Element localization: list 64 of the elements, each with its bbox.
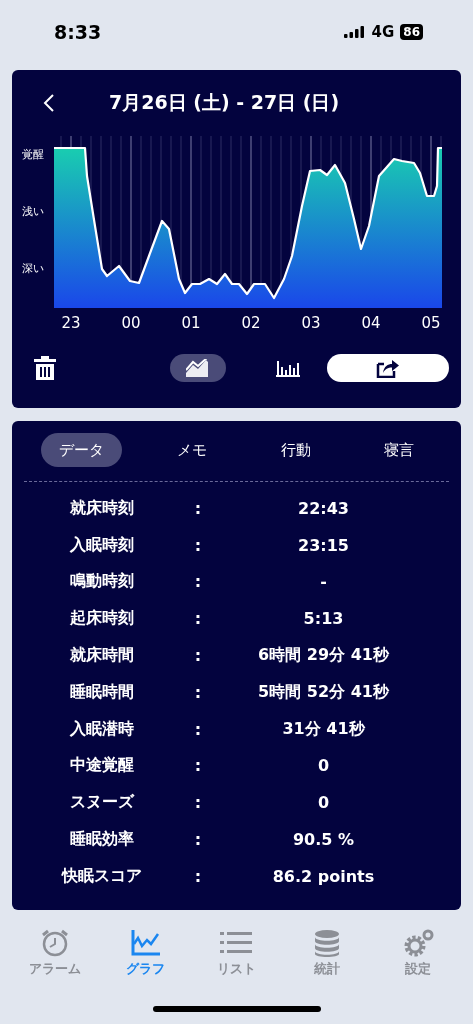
row-separator: : (193, 682, 203, 702)
axis-label: 00 (120, 314, 142, 332)
line-chart-icon (186, 359, 210, 377)
detail-tab[interactable]: 行動 (262, 433, 329, 467)
tab-bar-item[interactable]: 統計 (287, 928, 368, 978)
battery-indicator: 86 (400, 24, 423, 40)
axis-label: 04 (360, 314, 382, 332)
row-separator: : (193, 830, 203, 850)
row-separator: : (193, 756, 203, 776)
row-label: 就床時刻 (69, 497, 135, 519)
row-label: 睡眠時間 (69, 681, 135, 703)
row-value: 31分 41秒 (281, 718, 366, 740)
share-button[interactable] (327, 354, 449, 382)
row-value: 5時間 52分 41秒 (257, 681, 390, 703)
row-label: 睡眠効率 (69, 829, 135, 851)
row-label: スヌーズ (69, 792, 136, 814)
axis-label: 覚醒 (22, 147, 44, 162)
tab-bar-item[interactable]: 設定 (377, 928, 458, 978)
row-label: 入眠時刻 (69, 534, 135, 556)
bar-chart-icon (276, 359, 300, 377)
row-separator: : (193, 793, 203, 813)
trash-icon[interactable] (34, 356, 56, 380)
line-chart-toggle[interactable] (170, 354, 226, 382)
row-separator: : (193, 646, 203, 666)
detail-tab[interactable]: 寝言 (366, 433, 433, 467)
status-time: 8:33 (54, 21, 102, 43)
tab-bar-item[interactable]: リスト (196, 928, 277, 978)
axis-label: 23 (60, 314, 82, 332)
row-label: 就床時間 (69, 645, 135, 667)
row-value: 90.5 % (291, 830, 356, 850)
axis-label: 05 (420, 314, 442, 332)
axis-label: 03 (300, 314, 322, 332)
row-separator: : (193, 719, 203, 739)
signal-icon (343, 26, 366, 38)
row-label: 中途覚醒 (69, 755, 135, 777)
row-value: 0 (316, 756, 331, 776)
row-label: 快眠スコア (60, 865, 143, 887)
row-separator: : (193, 498, 203, 518)
axis-label: 02 (240, 314, 262, 332)
row-label: 鳴動時刻 (69, 571, 135, 593)
share-icon (376, 358, 400, 378)
tab-bar-item[interactable]: アラーム (15, 928, 96, 978)
axis-label: 深い (22, 261, 44, 276)
date-title: 7月26日 (土) - 27日 (日) (109, 90, 340, 115)
tab-bar-item[interactable]: グラフ (105, 928, 186, 978)
row-separator: : (193, 535, 203, 555)
row-separator: : (193, 572, 203, 592)
row-label: 起床時刻 (69, 608, 135, 630)
row-value: 6時間 29分 41秒 (257, 645, 390, 667)
row-value: 5:13 (302, 609, 345, 629)
network-label: 4G (371, 23, 395, 41)
detail-tab[interactable]: メモ (159, 433, 226, 467)
row-separator: : (193, 609, 203, 629)
row-separator: : (193, 866, 203, 886)
row-value: 86.2 points (271, 866, 376, 886)
row-value: 22:43 (297, 498, 350, 518)
row-label: 入眠潜時 (69, 718, 135, 740)
axis-label: 01 (180, 314, 202, 332)
row-value: 0 (316, 793, 331, 813)
back-icon[interactable] (43, 94, 55, 112)
row-value: - (319, 572, 328, 592)
row-value: 23:15 (297, 535, 350, 555)
detail-tab[interactable]: データ (40, 433, 122, 467)
axis-label: 浅い (22, 204, 44, 219)
